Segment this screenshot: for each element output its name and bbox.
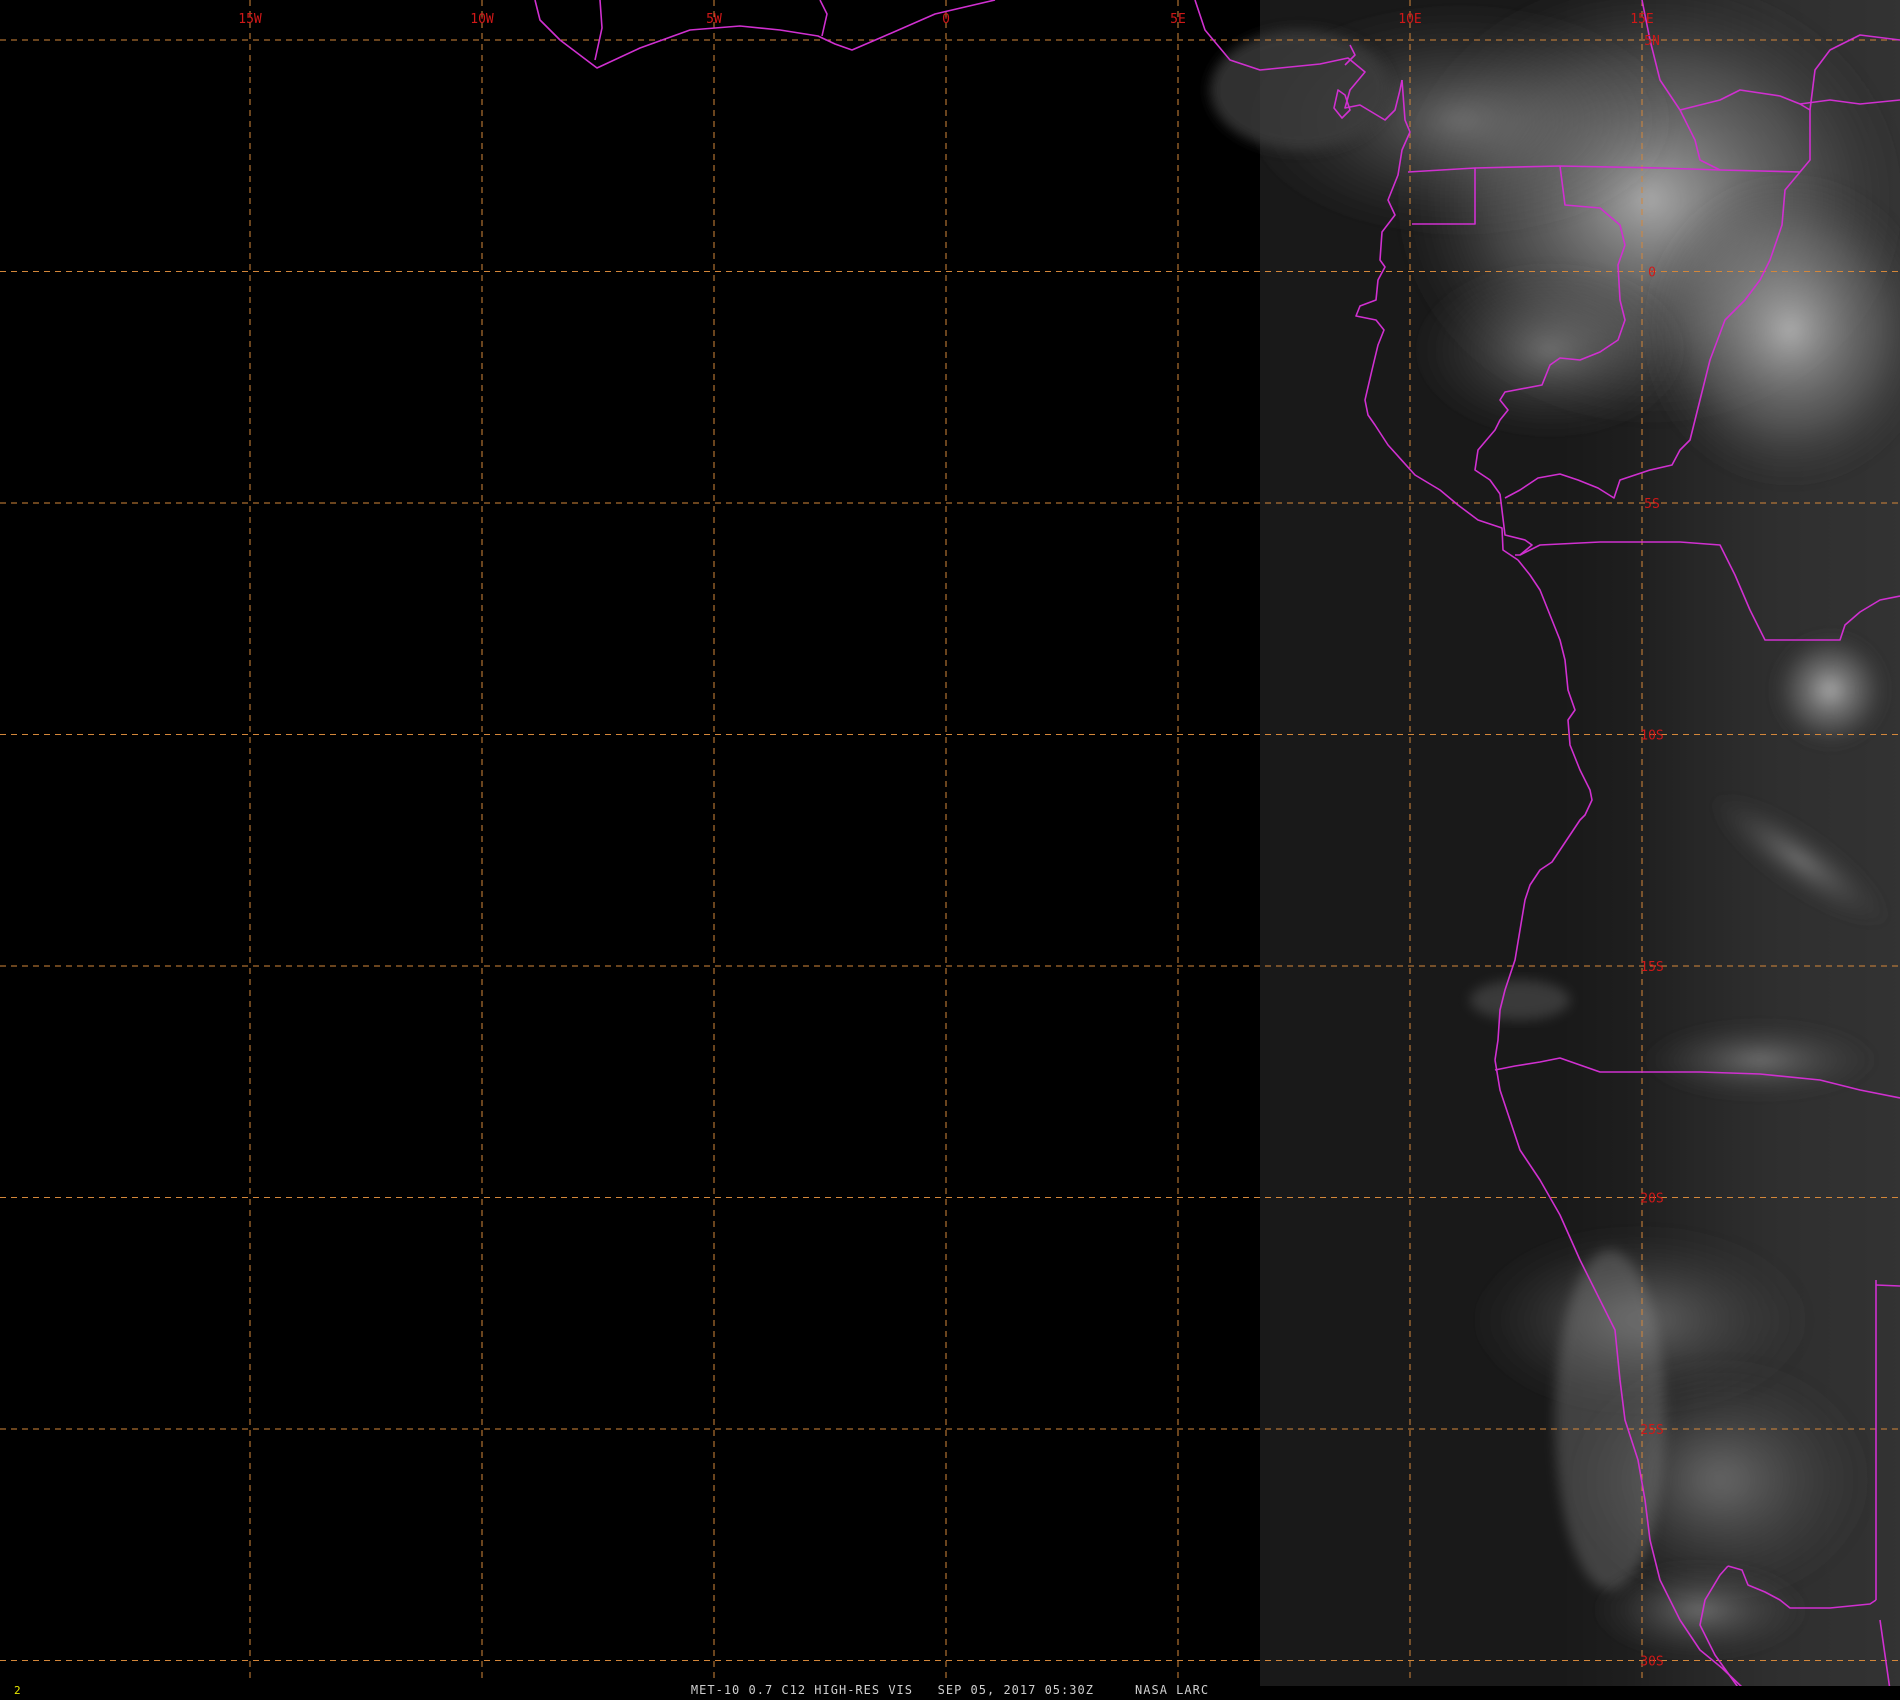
- image-caption: MET-10 0.7 C12 HIGH-RES VIS SEP 05, 2017…: [690, 1683, 1210, 1697]
- longitude-label: 5W: [706, 12, 722, 27]
- longitude-label: 15E: [1630, 12, 1653, 27]
- country-border-west-africa-1: [594, 0, 603, 61]
- latitude-label: 0: [1648, 266, 1656, 281]
- latitude-label: 30S: [1640, 1655, 1663, 1670]
- country-border-west-africa-2: [819, 0, 828, 37]
- latitude-label: 10S: [1640, 729, 1663, 744]
- longitude-label: 5E: [1170, 12, 1186, 27]
- latitude-label: 20S: [1640, 1192, 1663, 1207]
- longitude-label: 0: [942, 12, 950, 27]
- botswana-border-kink: [1875, 1284, 1900, 1287]
- latitude-label: 25S: [1640, 1423, 1663, 1438]
- west-africa-coastline: [534, 0, 996, 69]
- longitude-label: 10E: [1398, 12, 1421, 27]
- satellite-image-frame: 5N 0 5S 10S 15S 20S 25S 30S 15W 10W 5W 0 5E 10E 15E M…: [0, 0, 1900, 1700]
- longitude-label: 15W: [238, 12, 262, 27]
- latitude-label: 5S: [1644, 497, 1660, 512]
- frame-number: 2: [14, 1684, 21, 1697]
- longitude-label: 10W: [470, 12, 494, 27]
- latitude-label: 15S: [1640, 960, 1663, 975]
- latitude-label: 5N: [1644, 34, 1660, 49]
- satellite-map: 5N 0 5S 10S 15S 20S 25S 30S 15W 10W 5W 0 5E 10E 15E: [0, 0, 1900, 1700]
